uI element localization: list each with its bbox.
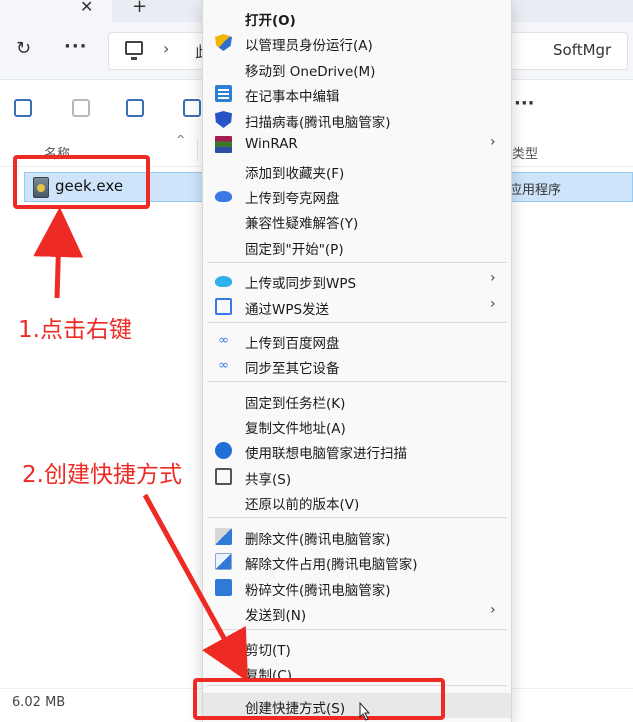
menu-separator (207, 262, 507, 263)
menu-item[interactable]: 粉碎文件(腾讯电脑管家) (203, 575, 511, 600)
menu-item-label: 粉碎文件(腾讯电脑管家) (245, 583, 391, 599)
menu-item[interactable]: 共享(S) (203, 464, 511, 489)
menu-item-label: 上传到夸克网盘 (245, 191, 340, 207)
menu-item-label: 扫描病毒(腾讯电脑管家) (245, 115, 391, 131)
shred-icon (215, 579, 232, 596)
copy-icon[interactable] (14, 99, 32, 117)
menu-item[interactable]: 添加到收藏夹(F) (203, 158, 511, 183)
refresh-icon[interactable]: ↻ (16, 38, 31, 59)
annotation-step-2: 2.创建快捷方式 (22, 462, 182, 488)
lenovo-icon (215, 442, 232, 459)
column-divider[interactable] (197, 139, 198, 161)
breadcrumb-softmgr[interactable]: SoftMgr (553, 41, 611, 59)
submenu-chevron-icon: › (490, 296, 496, 312)
menu-item-label: 打开(O) (245, 13, 296, 29)
menu-item[interactable]: ∞ 同步至其它设备 (203, 353, 511, 378)
annotation-arrow-up (33, 207, 84, 299)
baidu-cloud-icon: ∞ (218, 333, 229, 348)
rename-icon[interactable] (126, 99, 144, 117)
menu-item-label: 固定到任务栏(K) (245, 396, 346, 412)
context-menu: 打开(O) 以管理员身份运行(A) 移动到 OneDrive(M) 在记事本中编辑扫描… (202, 0, 512, 722)
unlock-file-icon (215, 553, 232, 570)
notepad-icon (215, 85, 232, 102)
menu-item[interactable]: 以管理员身份运行(A) (203, 30, 511, 55)
breadcrumb-chevron-icon[interactable]: › (163, 39, 169, 58)
close-tab-icon[interactable]: ✕ (80, 0, 93, 16)
menu-item[interactable]: ∞ 上传到百度网盘 (203, 328, 511, 353)
this-pc-icon[interactable] (125, 41, 143, 60)
menu-item[interactable]: 发送到(N) › (203, 600, 511, 625)
submenu-chevron-icon: › (490, 270, 496, 286)
menu-item[interactable]: 兼容性疑难解答(Y) (203, 208, 511, 233)
quark-cloud-icon (215, 191, 232, 202)
menu-item[interactable]: 还原以前的版本(V) (203, 489, 511, 514)
menu-item-label: 发送到(N) (245, 608, 307, 624)
file-type: 应用程序 (509, 183, 562, 198)
menu-item[interactable]: 使用联想电脑管家进行扫描 (203, 438, 511, 463)
menu-item-label: 解除文件占用(腾讯电脑管家) (245, 557, 418, 573)
menu-item-label: 移动到 OneDrive(M) (245, 64, 376, 80)
menu-item-label: 添加到收藏夹(F) (245, 166, 345, 182)
annotation-highlight-shortcut (193, 678, 445, 720)
menu-item[interactable]: 固定到"开始"(P) (203, 234, 511, 259)
more-nav-button[interactable]: ··· (64, 36, 88, 57)
menu-item-label: 在记事本中编辑 (245, 89, 340, 105)
menu-item-label: 还原以前的版本(V) (245, 497, 360, 513)
toolbar-more-button[interactable]: ··· (514, 93, 535, 114)
wps-send-icon (215, 298, 232, 315)
menu-item[interactable]: 移动到 OneDrive(M) (203, 56, 511, 81)
menu-item[interactable]: 删除文件(腾讯电脑管家) (203, 524, 511, 549)
wps-cloud-icon (215, 276, 232, 287)
menu-item-label: 固定到"开始"(P) (245, 242, 344, 258)
menu-item[interactable]: 上传到夸克网盘 (203, 183, 511, 208)
menu-item[interactable]: 打开(O) (203, 5, 511, 30)
uac-shield-icon (215, 34, 232, 51)
menu-item-label: 上传或同步到WPS (245, 276, 357, 292)
menu-item-label: 通过WPS发送 (245, 302, 330, 318)
menu-item-label: 上传到百度网盘 (245, 336, 340, 352)
status-size: 6.02 MB (12, 695, 66, 710)
menu-item[interactable]: 固定到任务栏(K) (203, 388, 511, 413)
delete-broom-icon (215, 528, 232, 545)
menu-item-label: 复制文件地址(A) (245, 421, 346, 437)
annotation-highlight-file (13, 155, 150, 209)
menu-separator (207, 517, 507, 518)
new-tab-button[interactable]: + (132, 0, 147, 17)
menu-item-label: 删除文件(腾讯电脑管家) (245, 532, 391, 548)
share-icon (215, 468, 232, 485)
submenu-chevron-icon: › (490, 134, 496, 150)
active-tab[interactable]: ✕ (0, 0, 112, 22)
paste-icon[interactable] (72, 99, 90, 117)
menu-item[interactable]: 在记事本中编辑 (203, 81, 511, 106)
submenu-chevron-icon: › (490, 602, 496, 618)
menu-separator (207, 629, 507, 630)
annotation-step-1: 1.点击右键 (18, 317, 132, 343)
menu-item-label: 兼容性疑难解答(Y) (245, 216, 359, 232)
share-toolbar-icon[interactable] (183, 99, 201, 117)
menu-item[interactable]: 通过WPS发送 › (203, 294, 511, 319)
menu-item[interactable]: 解除文件占用(腾讯电脑管家) (203, 549, 511, 574)
menu-separator (207, 381, 507, 382)
menu-item[interactable]: 上传或同步到WPS › (203, 268, 511, 293)
menu-item-label: WinRAR (245, 136, 298, 152)
menu-item[interactable]: WinRAR › (203, 132, 511, 157)
menu-item[interactable]: 扫描病毒(腾讯电脑管家) (203, 107, 511, 132)
menu-separator (207, 322, 507, 323)
menu-item-label: 剪切(T) (245, 643, 291, 659)
menu-item-label: 以管理员身份运行(A) (245, 38, 373, 54)
baidu-sync-icon: ∞ (218, 358, 229, 373)
sort-ascending-icon: ^ (176, 133, 186, 146)
menu-item[interactable]: 复制文件地址(A) (203, 413, 511, 438)
tencent-shield-icon (215, 111, 232, 128)
winrar-icon (215, 136, 232, 153)
menu-item-label: 使用联想电脑管家进行扫描 (245, 446, 407, 462)
menu-item-label: 同步至其它设备 (245, 361, 340, 377)
menu-item[interactable]: 剪切(T) (203, 635, 511, 660)
column-type[interactable]: 类型 (512, 143, 538, 162)
menu-item-label: 共享(S) (245, 472, 292, 488)
